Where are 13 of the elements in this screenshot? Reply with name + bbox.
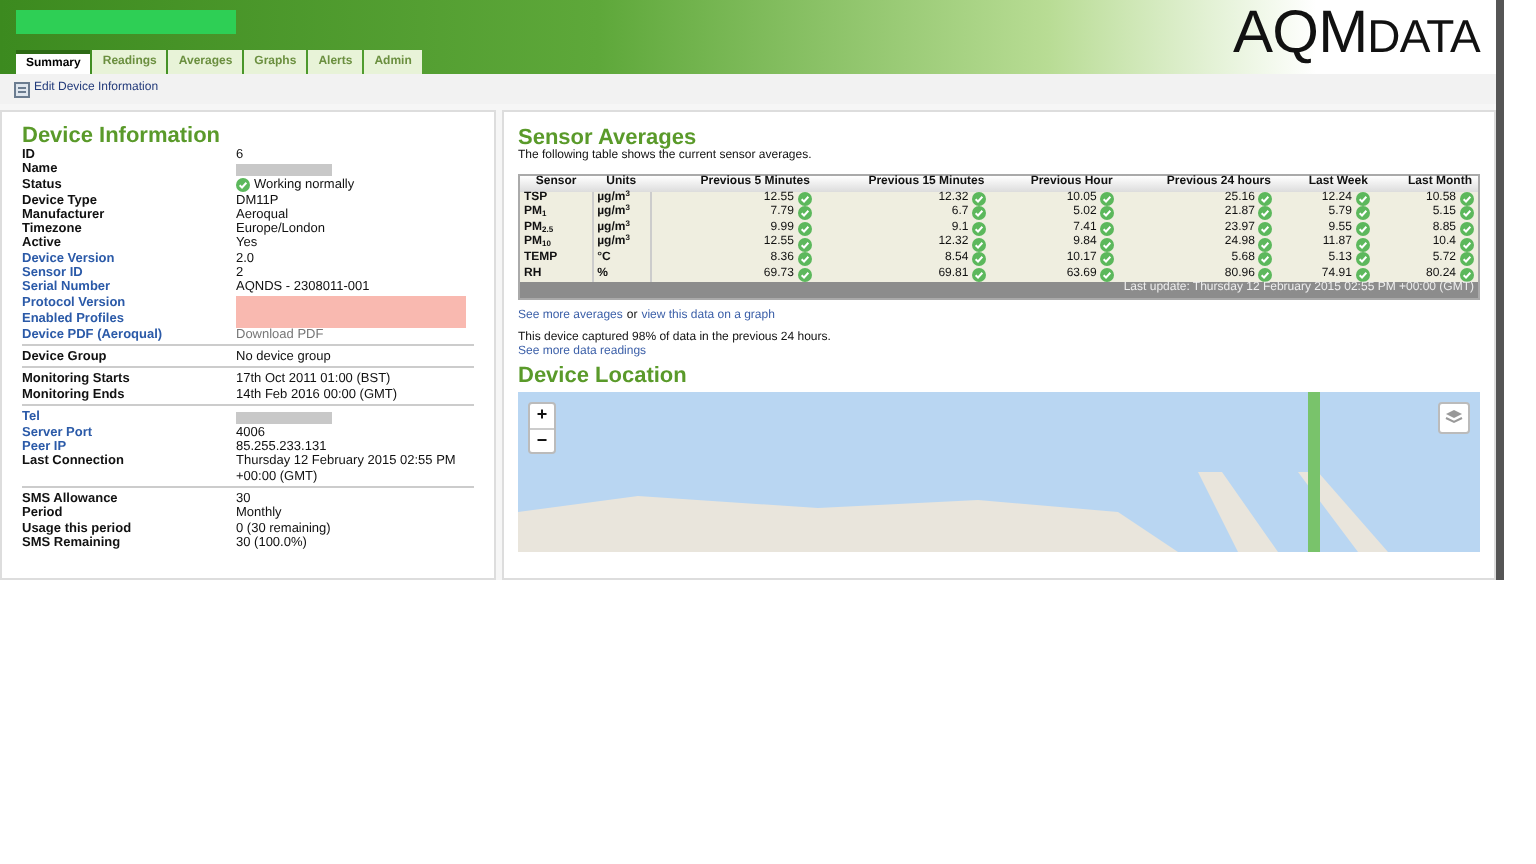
document-icon	[14, 81, 30, 97]
redacted-bar	[236, 164, 332, 177]
section-title: Sensor Averages	[518, 126, 699, 150]
redacted-bar	[236, 411, 332, 424]
zoom-in-button[interactable]: +	[530, 403, 554, 428]
panel-title: Device Information	[22, 124, 223, 148]
logo-text: DATA	[1367, 12, 1480, 60]
section-title: Device Location	[518, 363, 689, 388]
layers-icon	[1444, 408, 1464, 427]
zoom-out-button[interactable]: −	[530, 427, 554, 452]
logo-text: AQM	[1233, 4, 1368, 64]
check-icon	[236, 178, 250, 193]
layers-button[interactable]	[1438, 401, 1470, 434]
